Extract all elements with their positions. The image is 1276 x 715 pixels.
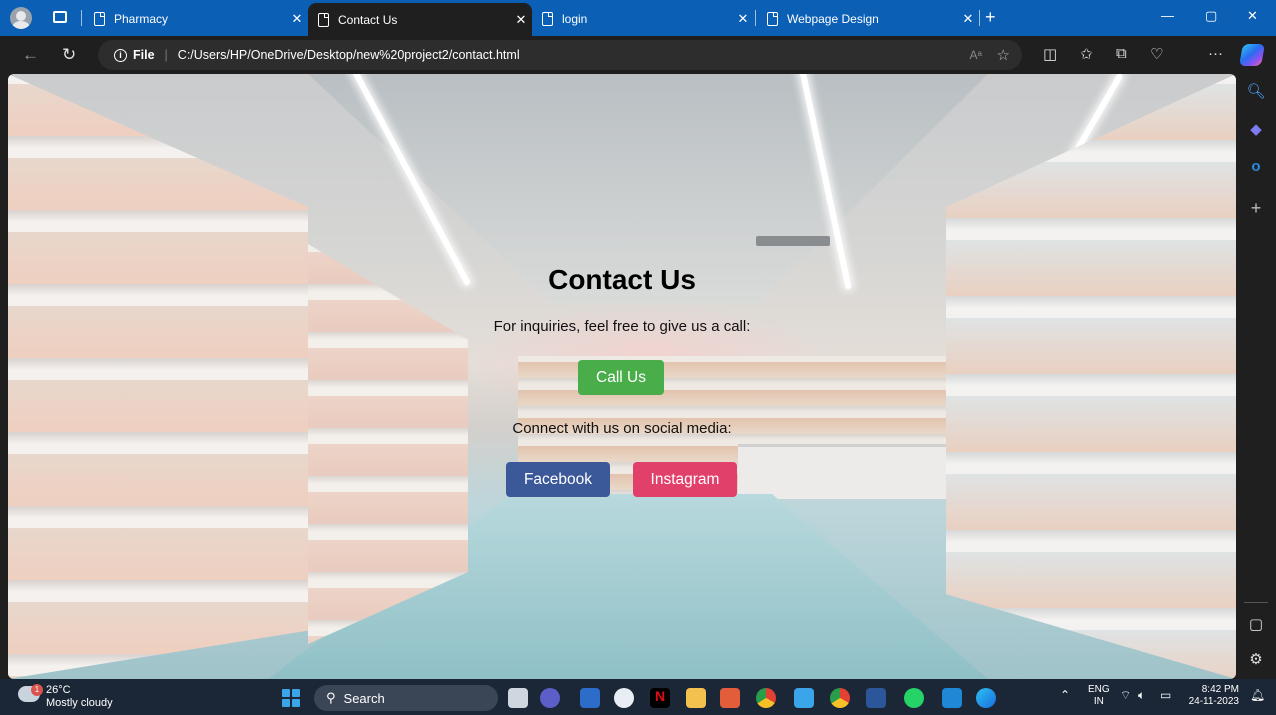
meet-icon[interactable]: [540, 688, 560, 708]
tab-strip: Pharmacy ✕ Contact Us ✕ login ✕ Webpage …: [0, 0, 1276, 36]
address-divider: |: [164, 48, 168, 62]
copilot-icon[interactable]: [1239, 44, 1265, 66]
window-close-icon[interactable]: ✕: [1247, 8, 1258, 24]
weather-badge: 1: [31, 684, 43, 696]
tab-pharmacy[interactable]: Pharmacy ✕: [84, 4, 308, 34]
outlook-icon[interactable]: o: [1236, 158, 1276, 175]
search-placeholder: Search: [343, 690, 385, 706]
whatsapp-icon[interactable]: [904, 688, 924, 708]
more-menu-icon[interactable]: ···: [1208, 45, 1223, 62]
language-indicator[interactable]: ENG IN: [1088, 684, 1110, 708]
wifi-icon[interactable]: ⌔: [1120, 688, 1131, 703]
search-icon: ⚲: [326, 690, 336, 705]
file-explorer-icon[interactable]: [686, 688, 706, 708]
tab-separator: [81, 10, 82, 26]
app-icon[interactable]: [614, 688, 634, 708]
tab-title: Pharmacy: [114, 12, 169, 26]
volume-icon[interactable]: 🔈︎: [1138, 688, 1145, 703]
restore-icon[interactable]: ▢: [1205, 8, 1217, 24]
settings-gear-icon[interactable]: ⚙: [1236, 650, 1276, 668]
split-screen-icon[interactable]: ◫: [1043, 45, 1057, 63]
clock-date: 24-11-2023: [1188, 696, 1239, 707]
new-tab-icon[interactable]: +: [985, 7, 996, 28]
battery-icon[interactable]: ▭: [1160, 688, 1171, 702]
call-us-button[interactable]: Call Us: [578, 360, 664, 395]
weather-temp[interactable]: 26°C: [46, 684, 71, 696]
page-icon: [94, 12, 105, 26]
favorite-star-icon[interactable]: ☆: [997, 46, 1010, 64]
close-icon[interactable]: ✕: [732, 11, 754, 27]
hide-sidebar-icon[interactable]: ▢: [1236, 615, 1276, 633]
language-line2: IN: [1093, 696, 1104, 707]
taskbar-search[interactable]: ⚲ Search: [314, 685, 498, 711]
edge-sidebar: 🔍︎ ◆ o + ▢ ⚙: [1236, 74, 1276, 679]
tab-title: Contact Us: [338, 12, 398, 27]
notifications-icon[interactable]: 🔔︎: [1250, 688, 1265, 702]
close-icon[interactable]: ✕: [286, 11, 308, 27]
word-icon[interactable]: [866, 688, 886, 708]
page-icon: [318, 12, 329, 27]
favorites-icon[interactable]: ✩: [1080, 45, 1093, 63]
page-viewport: Contact Us For inquiries, feel free to g…: [8, 74, 1236, 679]
address-bar[interactable]: i File | C:/Users/HP/OneDrive/Desktop/ne…: [98, 40, 1022, 70]
tab-contact-us[interactable]: Contact Us ✕: [308, 3, 532, 36]
address-scheme: File: [133, 48, 155, 62]
netflix-icon[interactable]: N: [650, 688, 670, 708]
tab-webpage-design[interactable]: Webpage Design ✕: [757, 4, 979, 34]
minimize-icon[interactable]: —: [1161, 8, 1174, 23]
collections-icon[interactable]: ⧉: [1116, 45, 1127, 62]
page-icon: [542, 12, 553, 26]
page-title: Contact Us: [548, 264, 696, 295]
show-hidden-icons-icon[interactable]: ⌃: [1060, 688, 1070, 702]
dev-app-icon[interactable]: [580, 688, 600, 708]
profile-avatar[interactable]: [10, 7, 32, 29]
tab-actions-icon[interactable]: [53, 11, 67, 23]
task-view-icon[interactable]: [508, 688, 528, 708]
weather-desc[interactable]: Mostly cloudy: [46, 697, 113, 709]
info-icon[interactable]: i: [114, 48, 127, 62]
facebook-button[interactable]: Facebook: [506, 462, 610, 497]
close-icon[interactable]: ✕: [957, 11, 979, 27]
instagram-button[interactable]: Instagram: [633, 462, 737, 497]
windows-start-icon[interactable]: [282, 689, 300, 707]
chrome-profile-icon[interactable]: [830, 688, 850, 708]
office-icon[interactable]: [720, 688, 740, 708]
taskbar: 1 26°C Mostly cloudy ⚲ Search N ⌃ ENG IN…: [0, 679, 1276, 715]
tab-title: login: [562, 12, 588, 26]
call-text: For inquiries, feel free to give us a ca…: [493, 318, 751, 335]
read-aloud-icon[interactable]: A͏ᵃ: [970, 48, 982, 62]
system-clock[interactable]: 8:42 PM 24-11-2023: [1187, 684, 1239, 708]
browser-toolbar: ← ↻ i File | C:/Users/HP/OneDrive/Deskto…: [0, 36, 1276, 74]
tab-separator: [979, 10, 980, 26]
refresh-icon[interactable]: ↻: [62, 45, 76, 65]
copilot-sidebar-icon[interactable]: ◆: [1236, 120, 1276, 138]
tab-separator: [755, 10, 756, 26]
clock-time: 8:42 PM: [1201, 684, 1239, 695]
tab-title: Webpage Design: [787, 12, 879, 26]
mail-icon[interactable]: [794, 688, 814, 708]
edge-icon[interactable]: [976, 688, 996, 708]
contact-section: Contact Us For inquiries, feel free to g…: [8, 74, 1236, 679]
close-icon[interactable]: ✕: [510, 12, 532, 28]
social-text: Connect with us on social media:: [512, 420, 732, 437]
add-icon[interactable]: +: [1236, 198, 1276, 219]
browser-essentials-icon[interactable]: ♡: [1150, 45, 1163, 63]
search-icon[interactable]: 🔍︎: [1236, 82, 1276, 100]
tab-login[interactable]: login ✕: [532, 4, 754, 34]
address-url[interactable]: C:/Users/HP/OneDrive/Desktop/new%20proje…: [178, 48, 520, 62]
vscode-icon[interactable]: [942, 688, 962, 708]
back-arrow-icon[interactable]: ←: [22, 45, 39, 65]
chrome-icon[interactable]: [756, 688, 776, 708]
page-icon: [767, 12, 778, 26]
language-line1: ENG: [1088, 684, 1110, 695]
sidebar-divider: [1244, 602, 1268, 603]
